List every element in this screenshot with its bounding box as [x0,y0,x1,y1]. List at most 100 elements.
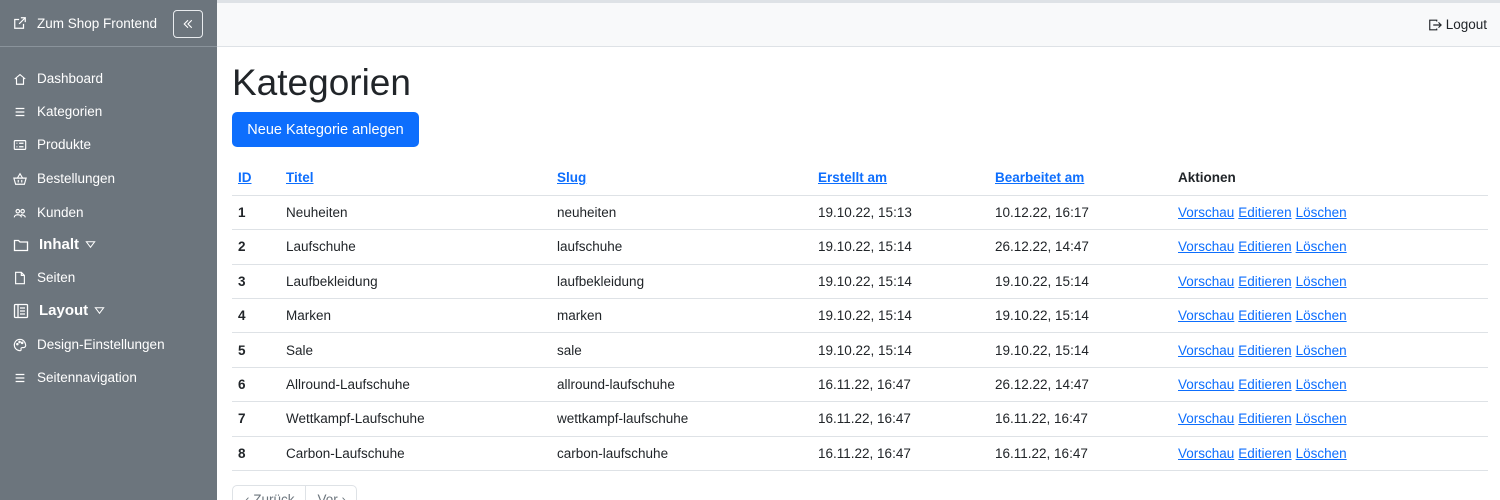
preview-link[interactable]: Vorschau [1178,308,1234,323]
cell-title: Neuheiten [280,195,551,231]
page-title: Kategorien [232,62,411,103]
cell-title: Wettkampf-Laufschuhe [280,401,551,437]
edit-link[interactable]: Editieren [1238,308,1291,323]
cell-edited: 19.10.22, 15:14 [989,264,1172,300]
cell-slug: sale [551,332,812,368]
column-header-created[interactable]: Erstellt am [812,161,989,196]
new-category-button[interactable]: Neue Kategorie anlegen [232,112,419,147]
column-header-slug[interactable]: Slug [551,161,812,196]
sidebar-item-label: Produkte [37,137,92,152]
delete-link[interactable]: Löschen [1296,274,1347,289]
sort-title-link[interactable]: Titel [286,170,314,185]
sidebar-item-layout[interactable]: Layout [13,302,115,319]
cell-edited: 19.10.22, 15:14 [989,298,1172,334]
cell-slug: laufbekleidung [551,264,812,300]
column-header-title[interactable]: Titel [280,161,551,196]
edit-link[interactable]: Editieren [1238,446,1291,461]
preview-link[interactable]: Vorschau [1178,411,1234,426]
collapse-sidebar-button[interactable] [173,10,203,38]
sidebar-item-label: Kategorien [37,104,103,119]
sidebar-item-bestellungen[interactable]: Bestellungen [13,171,115,186]
sidebar-item-kunden[interactable]: Kunden [13,205,84,220]
delete-link[interactable]: Löschen [1296,377,1347,392]
cell-id: 2 [232,229,280,265]
list-icon [15,373,25,382]
column-header-id[interactable]: ID [232,161,280,196]
preview-link[interactable]: Vorschau [1178,205,1234,220]
delete-link[interactable]: Löschen [1296,239,1347,254]
external-link-icon [14,17,26,29]
cell-slug: neuheiten [551,195,812,231]
sort-edited-link[interactable]: Bearbeitet am [995,170,1084,185]
sidebar-item-produkte[interactable]: Produkte [13,137,91,152]
topbar: Logout [217,0,1500,47]
sort-id-link[interactable]: ID [238,170,252,185]
delete-link[interactable]: Löschen [1296,343,1347,358]
table-row: 2 Laufschuhe laufschuhe 19.10.22, 15:14 26.1… [232,229,1488,265]
preview-link[interactable]: Vorschau [1178,274,1234,289]
sidebar-item-seiten[interactable]: Seiten [13,270,75,285]
cell-id: 6 [232,367,280,403]
cell-edited: 26.12.22, 14:47 [989,229,1172,265]
cell-slug: carbon-laufschuhe [551,436,812,472]
cell-id: 3 [232,264,280,300]
cell-created: 16.11.22, 16:47 [812,436,989,472]
cell-created: 19.10.22, 15:14 [812,264,989,300]
preview-link[interactable]: Vorschau [1178,239,1234,254]
edit-link[interactable]: Editieren [1238,205,1291,220]
shop-link-label: Zum Shop Frontend [37,15,158,31]
delete-link[interactable]: Löschen [1296,308,1347,323]
table-row: 1 Neuheiten neuheiten 19.10.22, 15:13 10.12.… [232,195,1488,231]
sidebar-item-label: Layout [39,302,89,319]
preview-link[interactable]: Vorschau [1178,446,1234,461]
sidebar: Zum Shop Frontend Dashboard Kategorien P… [0,0,217,500]
delete-link[interactable]: Löschen [1296,205,1347,220]
cell-actions: Vorschau Editieren Löschen [1172,229,1488,265]
sort-slug-link[interactable]: Slug [557,170,586,185]
cell-actions: Vorschau Editieren Löschen [1172,195,1488,231]
table-row: 8 Carbon-Laufschuhe carbon-laufschuhe 16.11… [232,436,1488,472]
cell-title: Sale [280,332,551,368]
edit-link[interactable]: Editieren [1238,274,1291,289]
sidebar-item-dashboard[interactable]: Dashboard [13,71,103,86]
cell-created: 16.11.22, 16:47 [812,401,989,437]
cell-edited: 19.10.22, 15:14 [989,332,1172,368]
column-header-edited[interactable]: Bearbeitet am [989,161,1172,196]
table-row: 5 Sale sale 19.10.22, 15:14 19.10.22, 15:14 V… [232,332,1488,368]
logout-link[interactable]: Logout [1428,17,1487,32]
edit-link[interactable]: Editieren [1238,411,1291,426]
edit-link[interactable]: Editieren [1238,377,1291,392]
edit-link[interactable]: Editieren [1238,343,1291,358]
cell-created: 19.10.22, 15:13 [812,195,989,231]
cell-slug: laufschuhe [551,229,812,265]
table-row: 4 Marken marken 19.10.22, 15:14 19.10.22, 15… [232,298,1488,334]
sidebar-item-label: Bestellungen [37,171,116,186]
cell-title: Laufschuhe [280,229,551,265]
cell-edited: 16.11.22, 16:47 [989,401,1172,437]
delete-link[interactable]: Löschen [1296,411,1347,426]
sidebar-item-design-einstellungen[interactable]: Design-Einstellungen [13,337,165,352]
shop-frontend-link[interactable]: Zum Shop Frontend [13,16,157,31]
sidebar-item-inhalt[interactable]: Inhalt [13,236,106,253]
edit-link[interactable]: Editieren [1238,239,1291,254]
sort-created-link[interactable]: Erstellt am [818,170,887,185]
preview-link[interactable]: Vorschau [1178,377,1234,392]
cell-title: Allround-Laufschuhe [280,367,551,403]
next-page-button[interactable]: Vor › [304,486,357,500]
sidebar-item-label: Kunden [37,205,84,220]
cell-actions: Vorschau Editieren Löschen [1172,401,1488,437]
sidebar-item-kategorien[interactable]: Kategorien [13,104,102,119]
caret-down-icon [85,241,96,249]
preview-link[interactable]: Vorschau [1178,343,1234,358]
cell-actions: Vorschau Editieren Löschen [1172,367,1488,403]
cell-id: 4 [232,298,280,334]
previous-page-button[interactable]: ‹ Zurück [233,486,305,500]
cell-title: Carbon-Laufschuhe [280,436,551,472]
sidebar-item-seitennavigation[interactable]: Seitennavigation [13,370,137,385]
delete-link[interactable]: Löschen [1296,446,1347,461]
table-row: 6 Allround-Laufschuhe allround-laufschuhe 1… [232,367,1488,403]
caret-down-icon [94,307,105,315]
cell-edited: 10.12.22, 16:17 [989,195,1172,231]
people-icon [13,208,26,217]
card-list-icon [13,139,27,150]
